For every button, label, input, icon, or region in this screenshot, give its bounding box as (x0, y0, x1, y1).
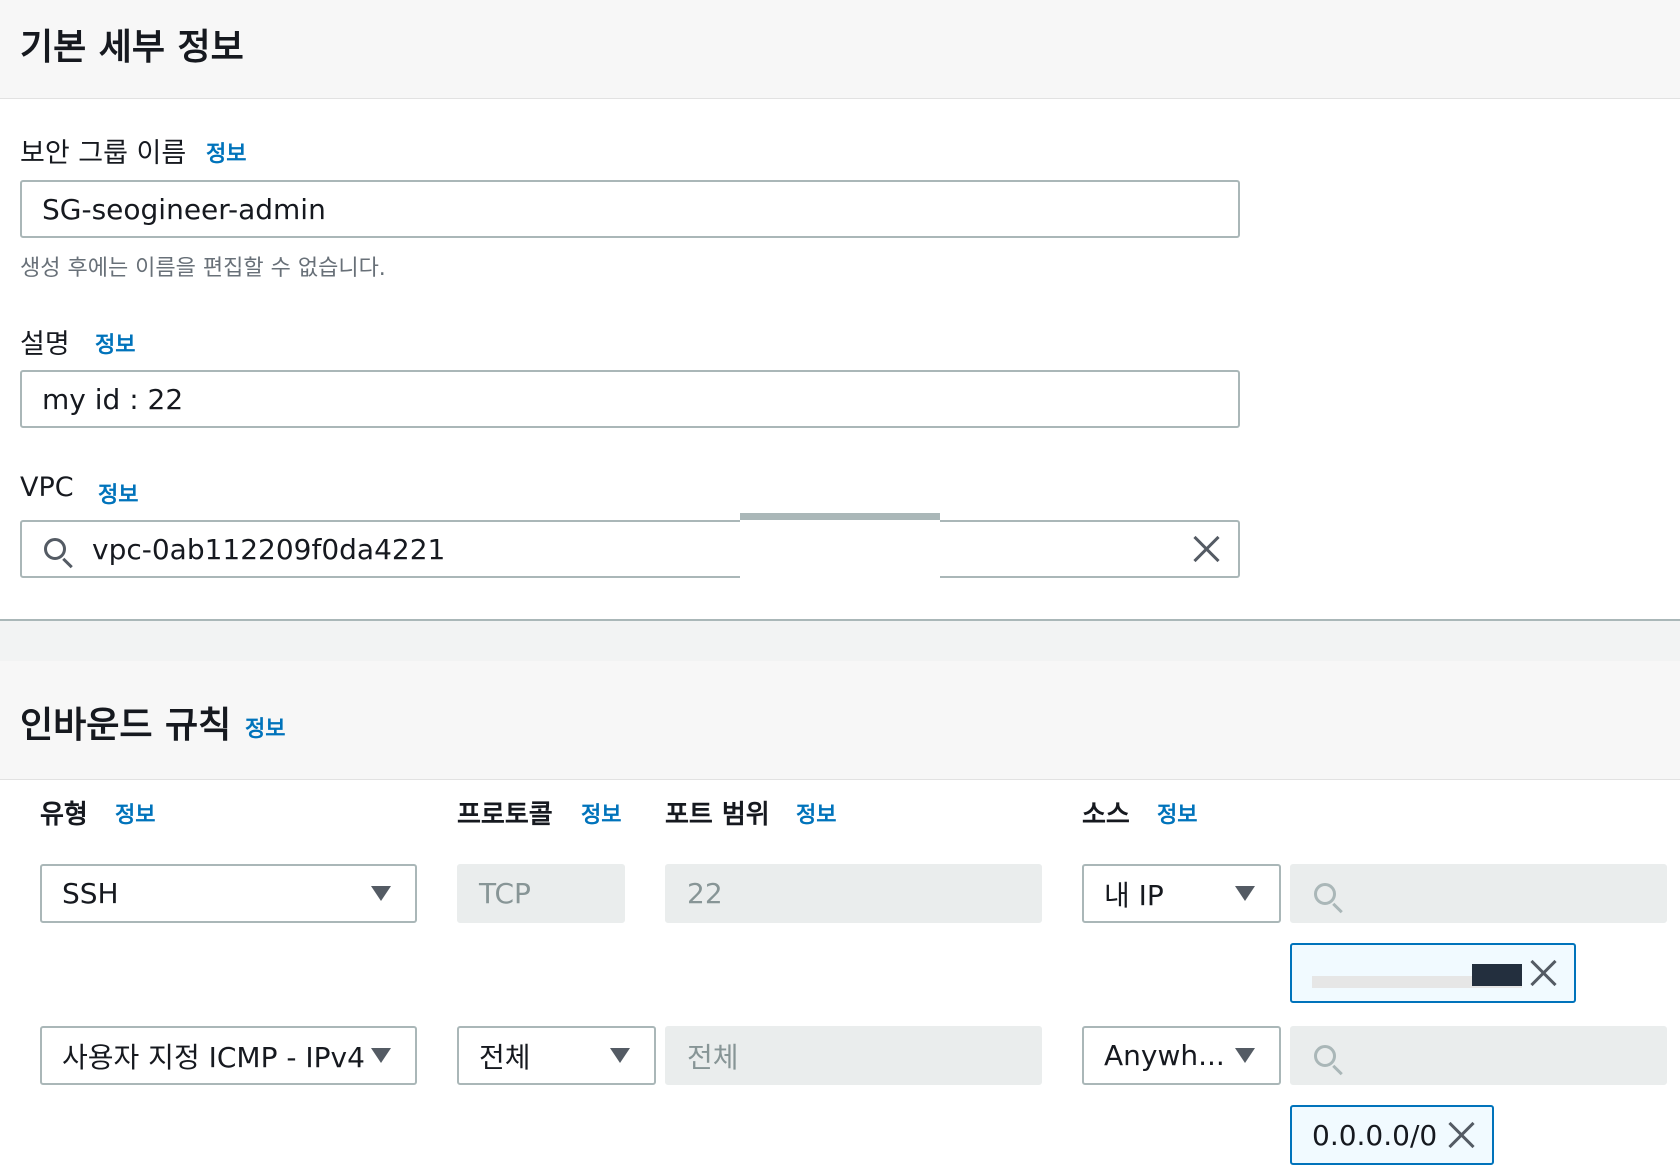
overlay-patch (740, 520, 940, 620)
col-protocol-info-link[interactable]: 정보 (581, 797, 621, 829)
rule1-source-search-input[interactable] (1290, 864, 1667, 923)
col-protocol-label: 프로토콜 (457, 800, 553, 830)
vpc-info-link[interactable]: 정보 (98, 477, 138, 509)
caret-down-icon (371, 886, 391, 901)
rule1-source-select[interactable]: 내 IP (1082, 864, 1281, 923)
rule2-source-token-value: 0.0.0.0/0 (1312, 1118, 1438, 1152)
caret-down-icon (371, 1048, 391, 1063)
rule2-port-field: 전체 (665, 1026, 1042, 1085)
caret-down-icon (610, 1048, 630, 1063)
inbound-rules-title: 인바운드 규칙 (20, 705, 232, 746)
description-value: my id : 22 (42, 382, 184, 416)
rule1-type-value: SSH (62, 877, 119, 910)
col-source-label: 소스 (1082, 800, 1130, 830)
basic-details-title: 기본 세부 정보 (20, 27, 244, 68)
rule2-port-value: 전체 (687, 1040, 739, 1074)
col-type-info-link[interactable]: 정보 (115, 797, 155, 829)
description-input[interactable]: my id : 22 (20, 370, 1240, 428)
description-info-link[interactable]: 정보 (95, 327, 135, 359)
rule1-type-select[interactable]: SSH (40, 864, 417, 923)
redacted-ip (1312, 956, 1522, 990)
remove-token-close-icon[interactable] (1528, 958, 1558, 988)
rule1-source-token (1290, 943, 1576, 1003)
col-port-info-link[interactable]: 정보 (796, 797, 836, 829)
sg-name-value: SG-seogineer-admin (42, 192, 326, 226)
rule2-type-value: 사용자 지정 ICMP - IPv4 (62, 1040, 365, 1074)
caret-down-icon (1235, 886, 1255, 901)
rule2-source-token: 0.0.0.0/0 (1290, 1105, 1494, 1165)
col-type-label: 유형 (40, 800, 88, 830)
basic-details-header (0, 0, 1680, 99)
rule2-type-select[interactable]: 사용자 지정 ICMP - IPv4 (40, 1026, 417, 1085)
sg-name-info-link[interactable]: 정보 (206, 136, 246, 168)
section-divider (0, 619, 1680, 663)
remove-token-close-icon[interactable] (1446, 1120, 1476, 1150)
vpc-label: VPC (20, 472, 74, 503)
rule1-source-type-value: 내 IP (1104, 878, 1164, 912)
rule1-port-value: 22 (687, 877, 723, 910)
col-source-info-link[interactable]: 정보 (1157, 797, 1197, 829)
rule2-source-search-input[interactable] (1290, 1026, 1667, 1085)
vpc-clear-close-icon[interactable] (1191, 534, 1221, 564)
sg-name-hint: 생성 후에는 이름을 편집할 수 없습니다. (20, 256, 386, 281)
search-icon (1314, 1044, 1336, 1067)
rule2-source-type-value: Anywh... (1104, 1039, 1225, 1072)
search-icon (1314, 882, 1336, 905)
caret-down-icon (1235, 1048, 1255, 1063)
description-label: 설명 (20, 329, 70, 360)
rule1-port-field: 22 (665, 864, 1042, 923)
inbound-info-link[interactable]: 정보 (245, 711, 285, 743)
overlay-bar (740, 513, 940, 520)
rule2-protocol-value: 전체 (479, 1040, 531, 1074)
col-port-label: 포트 범위 (665, 800, 770, 830)
rule2-protocol-select[interactable]: 전체 (457, 1026, 656, 1085)
search-icon (44, 538, 66, 560)
rule1-protocol-field: TCP (457, 864, 625, 923)
sg-name-label: 보안 그룹 이름 (20, 138, 187, 169)
rule2-source-select[interactable]: Anywh... (1082, 1026, 1281, 1085)
rule1-protocol-value: TCP (479, 877, 531, 910)
vpc-select-input[interactable]: vpc-0ab112209f0da4221 (20, 520, 1240, 578)
vpc-value: vpc-0ab112209f0da4221 (92, 532, 446, 566)
sg-name-input[interactable]: SG-seogineer-admin (20, 180, 1240, 238)
